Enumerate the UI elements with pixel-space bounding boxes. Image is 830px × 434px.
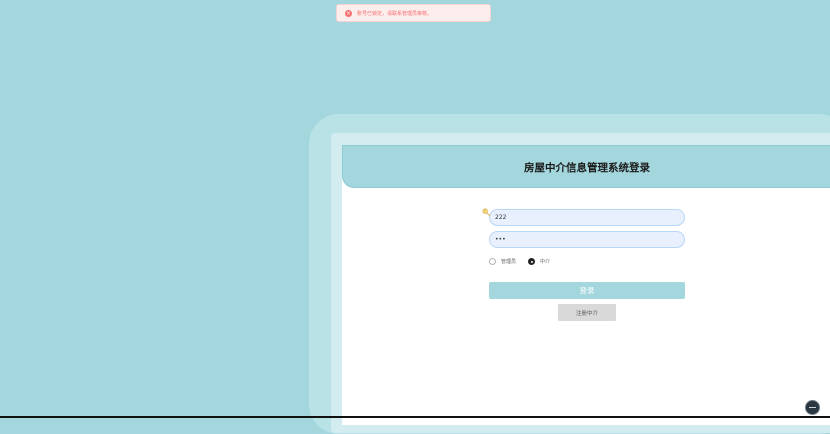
- password-input[interactable]: [489, 231, 685, 248]
- radio-checked[interactable]: [528, 258, 535, 265]
- role-radio-admin[interactable]: 管理员: [489, 258, 516, 265]
- role-label-agent: 中介: [540, 259, 551, 265]
- role-radio-agent[interactable]: 中介: [528, 258, 550, 265]
- register-agent-button[interactable]: 注册中介: [558, 304, 616, 321]
- login-button[interactable]: 登录: [489, 282, 685, 299]
- toast-message: 账号已锁定，请联系管理员审核。: [357, 10, 433, 17]
- error-toast: × 账号已锁定，请联系管理员审核。: [336, 4, 491, 22]
- floating-widget-icon[interactable]: [805, 400, 820, 415]
- username-input[interactable]: [489, 209, 685, 226]
- error-circle-icon: ×: [345, 9, 352, 17]
- key-icon: [482, 208, 491, 217]
- page-title: 房屋中介信息管理系统登录: [524, 162, 650, 174]
- radio-unchecked[interactable]: [489, 258, 496, 265]
- role-label-admin: 管理员: [501, 259, 517, 265]
